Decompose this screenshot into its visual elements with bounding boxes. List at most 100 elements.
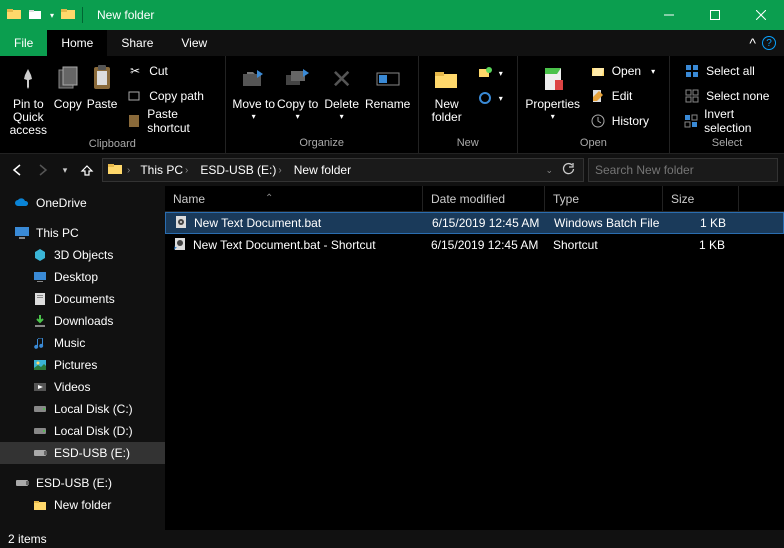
delete-button[interactable]: ✕ Delete▾ (320, 58, 364, 122)
copy-button[interactable]: Copy (51, 58, 85, 111)
easy-access-button[interactable]: ▾ (473, 87, 507, 109)
help-icon[interactable]: ? (762, 36, 776, 50)
paste-label: Paste (87, 98, 118, 111)
properties-button[interactable]: Properties▾ (524, 58, 582, 122)
dropdown-icon: ▾ (340, 113, 344, 122)
cut-button[interactable]: ✂Cut (123, 60, 215, 82)
column-date[interactable]: Date modified (423, 186, 545, 211)
column-name[interactable]: Name (165, 186, 423, 211)
address-bar[interactable]: › This PC› ESD-USB (E:)› New folder ⌄ (102, 158, 584, 182)
chevron-icon[interactable]: › (127, 165, 130, 176)
batch-file-icon (174, 215, 188, 232)
sidebar-item-3dobjects[interactable]: 3D Objects (0, 244, 165, 266)
cube-icon (32, 247, 48, 263)
crumb-drive[interactable]: ESD-USB (E:)› (194, 163, 287, 177)
folder-icon (32, 497, 48, 513)
group-new-label: New (457, 137, 479, 153)
collapse-ribbon-icon[interactable]: ^ (749, 35, 756, 51)
recent-dropdown[interactable]: ▾ (58, 159, 72, 181)
file-row[interactable]: New Text Document.bat 6/15/2019 12:45 AM… (165, 212, 784, 234)
address-dropdown-icon[interactable]: ⌄ (541, 165, 557, 176)
desktop-icon (32, 269, 48, 285)
edit-button[interactable]: Edit (586, 85, 659, 107)
invert-selection-button[interactable]: Invert selection (680, 110, 774, 132)
navigation-bar: ▾ › This PC› ESD-USB (E:)› New folder ⌄ (0, 154, 784, 186)
paste-shortcut-button[interactable]: Paste shortcut (123, 110, 215, 132)
file-date: 6/15/2019 12:45 AM (423, 238, 545, 252)
copy-to-button[interactable]: Copy to▾ (276, 58, 320, 122)
group-organize-label: Organize (299, 137, 344, 153)
sidebar-item-newfolder[interactable]: New folder (0, 494, 165, 516)
sidebar-item-pictures[interactable]: Pictures (0, 354, 165, 376)
rename-button[interactable]: Rename (364, 58, 412, 111)
search-input[interactable] (595, 163, 771, 177)
crumb-folder[interactable]: New folder (288, 163, 357, 177)
sidebar-item-thispc[interactable]: This PC (0, 222, 165, 244)
sidebar-item-documents[interactable]: Documents (0, 288, 165, 310)
copy-path-button[interactable]: Copy path (123, 85, 215, 107)
sidebar-item-drive-e[interactable]: ESD-USB (E:) (0, 442, 165, 464)
pin-label: Pin to Quick access (6, 98, 51, 138)
edit-icon (590, 88, 606, 104)
back-button[interactable] (6, 159, 28, 181)
file-size: 1 KB (663, 238, 733, 252)
column-type[interactable]: Type (545, 186, 663, 211)
column-headers: Name Date modified Type Size (165, 186, 784, 212)
open-button[interactable]: Open▾ (586, 60, 659, 82)
shortcut-icon (173, 237, 187, 254)
file-size: 1 KB (664, 216, 734, 230)
sidebar-item-drive-d[interactable]: Local Disk (D:) (0, 420, 165, 442)
tab-view[interactable]: View (167, 30, 221, 56)
move-to-button[interactable]: Move to▾ (232, 58, 276, 122)
crumb-thispc[interactable]: This PC› (134, 163, 194, 177)
select-none-button[interactable]: Select none (680, 85, 774, 107)
dropdown-icon: ▾ (499, 69, 503, 78)
new-item-button[interactable]: ▾ (473, 62, 507, 84)
qat-folder-icon[interactable] (60, 6, 76, 25)
ribbon-tabs: File Home Share View ^ ? (0, 30, 784, 56)
tab-file[interactable]: File (0, 30, 47, 56)
scissors-icon: ✂ (127, 63, 143, 79)
forward-button[interactable] (32, 159, 54, 181)
sidebar-item-music[interactable]: Music (0, 332, 165, 354)
usb-drive-icon (32, 445, 48, 461)
drive-icon (32, 423, 48, 439)
column-size[interactable]: Size (663, 186, 739, 211)
file-row[interactable]: New Text Document.bat - Shortcut 6/15/20… (165, 234, 784, 256)
pin-quick-access-button[interactable]: Pin to Quick access (6, 58, 51, 138)
refresh-icon[interactable] (557, 162, 579, 179)
tab-home[interactable]: Home (47, 30, 107, 56)
status-bar: 2 items (0, 530, 784, 548)
new-folder-icon[interactable] (28, 6, 44, 25)
file-type: Shortcut (545, 238, 663, 252)
history-button[interactable]: History (586, 110, 659, 132)
file-name: New Text Document.bat - Shortcut (193, 238, 376, 252)
maximize-button[interactable] (692, 0, 738, 30)
sidebar-item-drive-e-root[interactable]: ESD-USB (E:) (0, 472, 165, 494)
copy-path-icon (127, 88, 143, 104)
paste-shortcut-icon (127, 113, 141, 129)
select-all-icon (684, 63, 700, 79)
file-list: New Text Document.bat 6/15/2019 12:45 AM… (165, 212, 784, 530)
invert-icon (684, 113, 698, 129)
qat-dropdown-icon[interactable]: ▾ (50, 11, 54, 20)
select-all-button[interactable]: Select all (680, 60, 774, 82)
close-button[interactable] (738, 0, 784, 30)
sidebar-item-downloads[interactable]: Downloads (0, 310, 165, 332)
quick-access-toolbar: ▾ (0, 6, 89, 25)
search-box[interactable] (588, 158, 778, 182)
up-button[interactable] (76, 159, 98, 181)
sidebar-item-videos[interactable]: Videos (0, 376, 165, 398)
sidebar-item-onedrive[interactable]: OneDrive (0, 192, 165, 214)
new-item-icon (477, 65, 493, 81)
documents-icon (32, 291, 48, 307)
new-folder-button[interactable]: New folder (425, 58, 469, 124)
sidebar-item-desktop[interactable]: Desktop (0, 266, 165, 288)
minimize-button[interactable] (646, 0, 692, 30)
easy-access-icon (477, 90, 493, 106)
paste-button[interactable]: Paste (85, 58, 119, 111)
navigation-pane: OneDrive This PC 3D Objects Desktop Docu… (0, 186, 165, 530)
open-icon (590, 63, 606, 79)
sidebar-item-drive-c[interactable]: Local Disk (C:) (0, 398, 165, 420)
tab-share[interactable]: Share (107, 30, 167, 56)
